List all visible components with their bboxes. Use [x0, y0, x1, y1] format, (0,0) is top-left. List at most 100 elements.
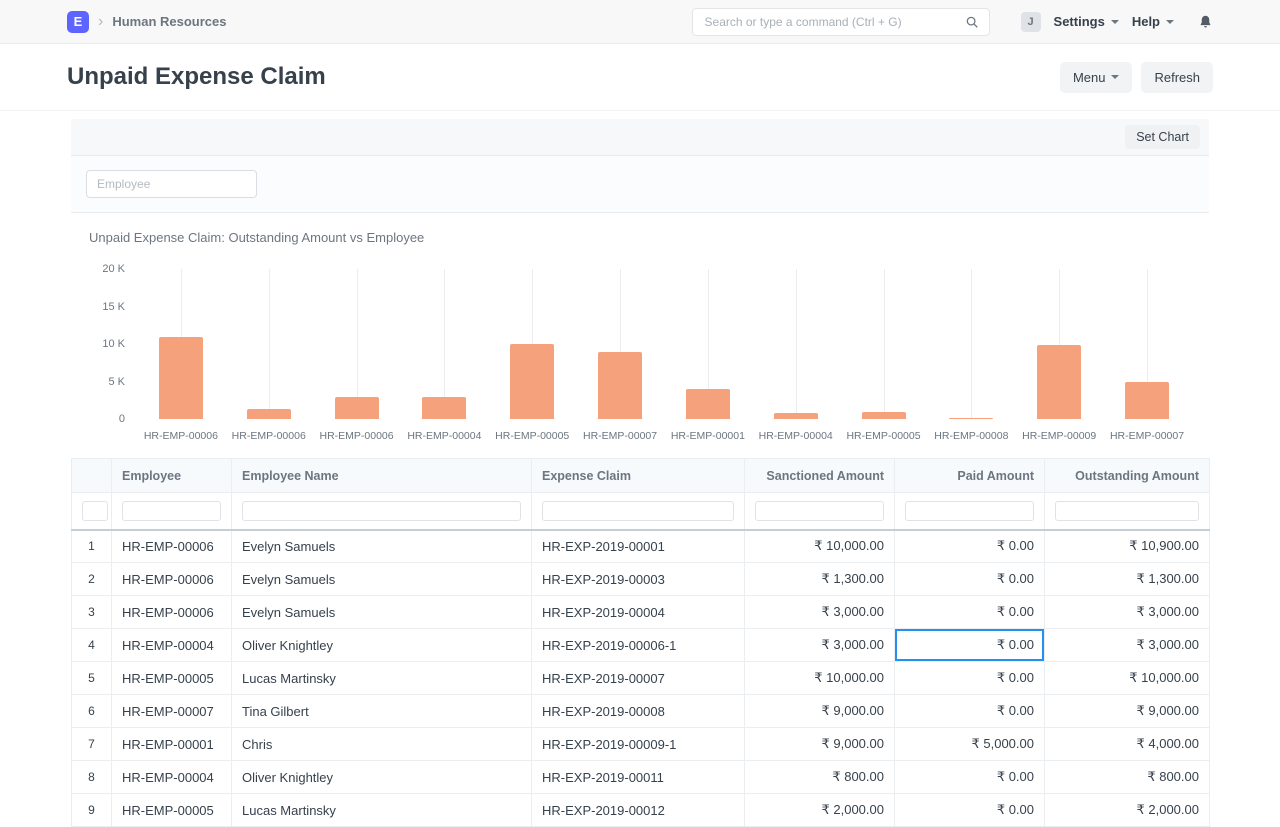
- cell-employee[interactable]: HR-EMP-00004: [112, 629, 232, 662]
- cell-paid_amount[interactable]: ₹ 0.00: [895, 530, 1045, 563]
- cell-outstanding_amount[interactable]: ₹ 9,000.00: [1045, 695, 1210, 728]
- focused-cell[interactable]: ₹ 0.00: [895, 629, 1045, 662]
- cell-paid_amount[interactable]: ₹ 0.00: [895, 662, 1045, 695]
- cell-outstanding_amount[interactable]: ₹ 10,000.00: [1045, 662, 1210, 695]
- cell-sanctioned_amount[interactable]: ₹ 800.00: [745, 761, 895, 794]
- cell-sanctioned_amount[interactable]: ₹ 3,000.00: [745, 629, 895, 662]
- chart-bar[interactable]: [1037, 345, 1081, 419]
- app-logo[interactable]: E: [67, 11, 89, 33]
- cell-expense_claim[interactable]: HR-EXP-2019-00008: [532, 695, 745, 728]
- cell-outstanding_amount[interactable]: ₹ 3,000.00: [1045, 596, 1210, 629]
- cell-sanctioned_amount[interactable]: ₹ 10,000.00: [745, 662, 895, 695]
- column-header-employee_name[interactable]: Employee Name: [232, 459, 532, 493]
- column-filter-expense_claim[interactable]: [542, 501, 734, 521]
- cell-employee[interactable]: HR-EMP-00006: [112, 530, 232, 563]
- cell-idx[interactable]: 4: [72, 629, 112, 662]
- cell-outstanding_amount[interactable]: ₹ 800.00: [1045, 761, 1210, 794]
- breadcrumb[interactable]: Human Resources: [112, 14, 226, 29]
- cell-sanctioned_amount[interactable]: ₹ 9,000.00: [745, 695, 895, 728]
- column-filter-sanctioned_amount[interactable]: [755, 501, 884, 521]
- cell-employee_name[interactable]: Tina Gilbert: [232, 695, 532, 728]
- cell-expense_claim[interactable]: HR-EXP-2019-00011: [532, 761, 745, 794]
- chart-bar[interactable]: [1125, 382, 1169, 420]
- cell-employee_name[interactable]: Evelyn Samuels: [232, 596, 532, 629]
- cell-expense_claim[interactable]: HR-EXP-2019-00007: [532, 662, 745, 695]
- cell-employee_name[interactable]: Lucas Martinsky: [232, 662, 532, 695]
- column-header-expense_claim[interactable]: Expense Claim: [532, 459, 745, 493]
- menu-button[interactable]: Menu: [1060, 62, 1133, 93]
- chart-bar[interactable]: [335, 397, 379, 420]
- chart-bar[interactable]: [422, 397, 466, 420]
- cell-employee_name[interactable]: Evelyn Samuels: [232, 563, 532, 596]
- settings-menu[interactable]: Settings: [1054, 14, 1119, 29]
- cell-employee[interactable]: HR-EMP-00006: [112, 596, 232, 629]
- chart-bar[interactable]: [949, 418, 993, 419]
- cell-outstanding_amount[interactable]: ₹ 10,900.00: [1045, 530, 1210, 563]
- column-filter-employee_name[interactable]: [242, 501, 521, 521]
- column-filter-paid_amount[interactable]: [905, 501, 1034, 521]
- employee-filter-input[interactable]: [86, 170, 257, 198]
- column-filter-outstanding_amount[interactable]: [1055, 501, 1199, 521]
- cell-paid_amount[interactable]: ₹ 5,000.00: [895, 728, 1045, 761]
- column-filter-idx[interactable]: [82, 501, 108, 521]
- search-input[interactable]: [703, 14, 965, 30]
- chart-bar[interactable]: [598, 352, 642, 420]
- cell-sanctioned_amount[interactable]: ₹ 2,000.00: [745, 794, 895, 827]
- cell-sanctioned_amount[interactable]: ₹ 1,300.00: [745, 563, 895, 596]
- cell-employee[interactable]: HR-EMP-00007: [112, 695, 232, 728]
- column-header-outstanding_amount[interactable]: Outstanding Amount: [1045, 459, 1210, 493]
- cell-sanctioned_amount[interactable]: ₹ 3,000.00: [745, 596, 895, 629]
- cell-employee[interactable]: HR-EMP-00006: [112, 563, 232, 596]
- cell-expense_claim[interactable]: HR-EXP-2019-00004: [532, 596, 745, 629]
- chart-bar[interactable]: [159, 337, 203, 419]
- column-header-idx[interactable]: [72, 459, 112, 493]
- cell-idx[interactable]: 2: [72, 563, 112, 596]
- cell-expense_claim[interactable]: HR-EXP-2019-00009-1: [532, 728, 745, 761]
- cell-employee[interactable]: HR-EMP-00005: [112, 662, 232, 695]
- cell-sanctioned_amount[interactable]: ₹ 10,000.00: [745, 530, 895, 563]
- notifications-bell-icon[interactable]: [1198, 14, 1213, 30]
- help-menu[interactable]: Help: [1132, 14, 1174, 29]
- chart-bar[interactable]: [862, 412, 906, 419]
- column-header-sanctioned_amount[interactable]: Sanctioned Amount: [745, 459, 895, 493]
- cell-employee_name[interactable]: Oliver Knightley: [232, 629, 532, 662]
- cell-idx[interactable]: 9: [72, 794, 112, 827]
- cell-employee_name[interactable]: Evelyn Samuels: [232, 530, 532, 563]
- column-header-employee[interactable]: Employee: [112, 459, 232, 493]
- cell-employee_name[interactable]: Lucas Martinsky: [232, 794, 532, 827]
- cell-idx[interactable]: 3: [72, 596, 112, 629]
- avatar[interactable]: J: [1021, 12, 1041, 32]
- chart-bar[interactable]: [247, 409, 291, 419]
- cell-idx[interactable]: 7: [72, 728, 112, 761]
- cell-expense_claim[interactable]: HR-EXP-2019-00003: [532, 563, 745, 596]
- cell-paid_amount[interactable]: ₹ 0.00: [895, 761, 1045, 794]
- chart-bar[interactable]: [774, 413, 818, 419]
- cell-paid_amount[interactable]: ₹ 0.00: [895, 794, 1045, 827]
- chart-bar[interactable]: [510, 344, 554, 419]
- cell-employee_name[interactable]: Oliver Knightley: [232, 761, 532, 794]
- cell-outstanding_amount[interactable]: ₹ 1,300.00: [1045, 563, 1210, 596]
- column-header-paid_amount[interactable]: Paid Amount: [895, 459, 1045, 493]
- cell-paid_amount[interactable]: ₹ 0.00: [895, 563, 1045, 596]
- cell-employee[interactable]: HR-EMP-00004: [112, 761, 232, 794]
- cell-sanctioned_amount[interactable]: ₹ 9,000.00: [745, 728, 895, 761]
- cell-expense_claim[interactable]: HR-EXP-2019-00001: [532, 530, 745, 563]
- global-search[interactable]: [692, 8, 990, 36]
- cell-expense_claim[interactable]: HR-EXP-2019-00006-1: [532, 629, 745, 662]
- cell-idx[interactable]: 6: [72, 695, 112, 728]
- cell-employee[interactable]: HR-EMP-00005: [112, 794, 232, 827]
- cell-idx[interactable]: 5: [72, 662, 112, 695]
- cell-outstanding_amount[interactable]: ₹ 4,000.00: [1045, 728, 1210, 761]
- cell-idx[interactable]: 8: [72, 761, 112, 794]
- cell-outstanding_amount[interactable]: ₹ 3,000.00: [1045, 629, 1210, 662]
- chart-bar[interactable]: [686, 389, 730, 419]
- column-filter-employee[interactable]: [122, 501, 221, 521]
- refresh-button[interactable]: Refresh: [1141, 62, 1213, 93]
- cell-paid_amount[interactable]: ₹ 0.00: [895, 695, 1045, 728]
- cell-employee[interactable]: HR-EMP-00001: [112, 728, 232, 761]
- set-chart-button[interactable]: Set Chart: [1125, 125, 1200, 149]
- cell-expense_claim[interactable]: HR-EXP-2019-00012: [532, 794, 745, 827]
- cell-idx[interactable]: 1: [72, 530, 112, 563]
- cell-paid_amount[interactable]: ₹ 0.00: [895, 596, 1045, 629]
- cell-outstanding_amount[interactable]: ₹ 2,000.00: [1045, 794, 1210, 827]
